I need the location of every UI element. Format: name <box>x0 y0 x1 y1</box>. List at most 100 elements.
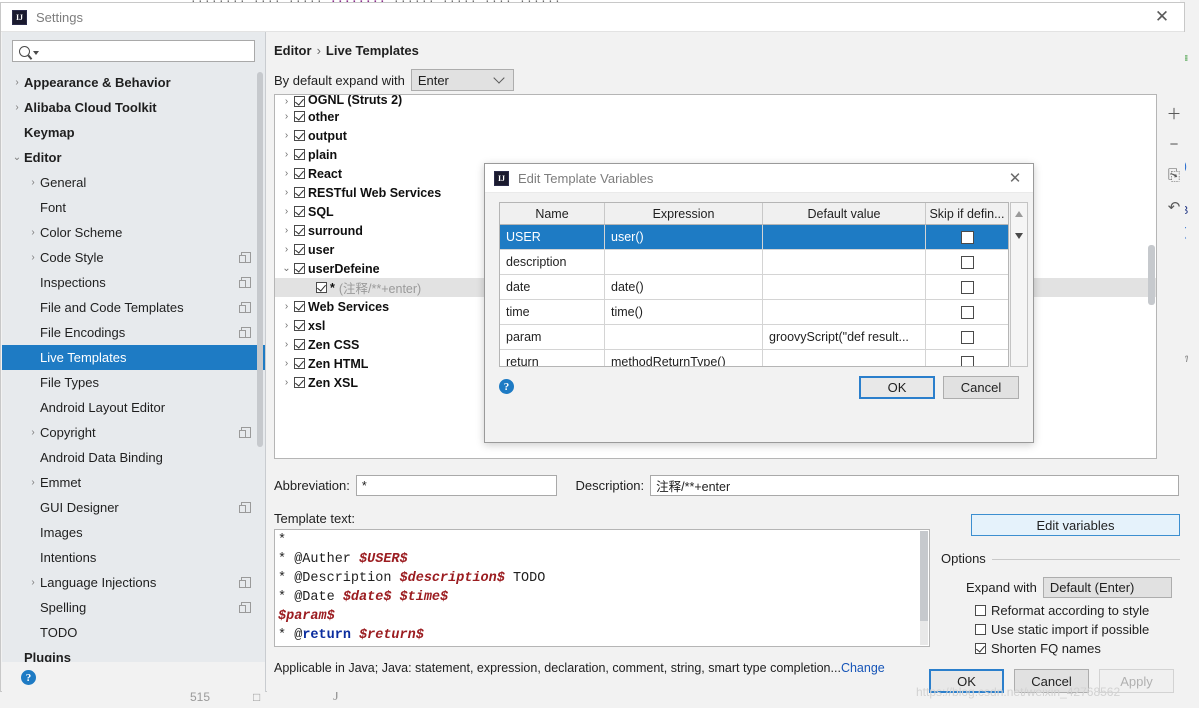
cell-skip-if-defined[interactable] <box>926 225 1008 249</box>
template-group-checkbox[interactable] <box>294 263 305 274</box>
sidebar-item-color-scheme[interactable]: › Color Scheme <box>2 220 265 245</box>
cell-variable-name[interactable]: description <box>500 250 605 274</box>
close-icon[interactable]: ✕ <box>1005 168 1025 188</box>
skip-if-defined-checkbox[interactable] <box>960 330 974 344</box>
sidebar-item-plugins[interactable]: Plugins <box>2 645 265 662</box>
chevron-right-icon[interactable]: › <box>279 377 294 388</box>
column-header-default-value[interactable]: Default value <box>763 203 926 224</box>
skip-if-defined-checkbox[interactable] <box>960 230 974 244</box>
sidebar-item-copyright[interactable]: › Copyright <box>2 420 265 445</box>
chevron-right-icon[interactable]: › <box>279 244 294 255</box>
cell-skip-if-defined[interactable] <box>926 325 1008 349</box>
scroll-down-icon[interactable] <box>1015 233 1023 239</box>
skip-if-defined-checkbox[interactable] <box>960 255 974 269</box>
chevron-right-icon[interactable]: › <box>279 320 294 331</box>
help-icon[interactable]: ? <box>21 670 36 685</box>
skip-if-defined-checkbox[interactable] <box>960 305 974 319</box>
skip-if-defined-checkbox[interactable] <box>960 280 974 294</box>
option-checkbox-use-static-import-if-possible[interactable]: Use static import if possible <box>975 622 1149 637</box>
template-list-scrollbar[interactable] <box>1148 245 1155 305</box>
option-checkbox-shorten-fq-names[interactable]: Shorten FQ names <box>975 641 1101 656</box>
abbreviation-input[interactable]: * <box>355 475 557 496</box>
options-expand-select[interactable]: Default (Enter) <box>1042 577 1172 598</box>
column-header-skip-if-defined[interactable]: Skip if defin... <box>926 203 1008 224</box>
sidebar-item-spelling[interactable]: Spelling <box>2 595 265 620</box>
ok-button[interactable]: OK <box>859 376 935 399</box>
chevron-down-icon[interactable]: ⌄ <box>279 263 294 274</box>
chevron-right-icon[interactable]: › <box>279 225 294 236</box>
template-group-row[interactable]: › output <box>275 126 1156 145</box>
chevron-right-icon[interactable]: › <box>279 111 294 122</box>
sidebar-item-todo[interactable]: TODO <box>2 620 265 645</box>
sidebar-item-images[interactable]: Images <box>2 520 265 545</box>
sidebar-item-file-encodings[interactable]: File Encodings <box>2 320 265 345</box>
template-group-checkbox[interactable] <box>294 149 305 160</box>
cell-expression[interactable]: time() <box>605 300 763 324</box>
table-row[interactable]: return methodReturnType() <box>500 350 1008 366</box>
change-link[interactable]: Change <box>841 661 885 675</box>
sidebar-item-file-types[interactable]: File Types <box>2 370 265 395</box>
template-group-checkbox[interactable] <box>294 111 305 122</box>
edit-variables-button[interactable]: Edit variables <box>971 514 1180 536</box>
sidebar-item-live-templates[interactable]: Live Templates <box>2 345 265 370</box>
cell-default-value[interactable] <box>763 250 926 274</box>
template-group-checkbox[interactable] <box>294 301 305 312</box>
description-input[interactable]: 注释/**+enter <box>650 475 1179 496</box>
breadcrumb-root[interactable]: Editor <box>274 43 312 58</box>
skip-if-defined-checkbox[interactable] <box>960 355 974 366</box>
cell-variable-name[interactable]: return <box>500 350 605 366</box>
table-row[interactable]: description <box>500 250 1008 275</box>
template-group-row[interactable]: › OGNL (Struts 2) <box>275 95 1156 107</box>
search-input[interactable] <box>12 40 255 62</box>
sidebar-item-android-layout-editor[interactable]: Android Layout Editor <box>2 395 265 420</box>
sidebar-item-gui-designer[interactable]: GUI Designer <box>2 495 265 520</box>
chevron-right-icon[interactable]: › <box>26 252 40 263</box>
template-group-checkbox[interactable] <box>294 358 305 369</box>
template-group-checkbox[interactable] <box>294 244 305 255</box>
sidebar-item-emmet[interactable]: › Emmet <box>2 470 265 495</box>
template-group-checkbox[interactable] <box>294 225 305 236</box>
template-group-checkbox[interactable] <box>294 96 305 107</box>
cell-variable-name[interactable]: param <box>500 325 605 349</box>
cancel-button[interactable]: Cancel <box>943 376 1019 399</box>
sidebar-item-editor[interactable]: ⌄ Editor <box>2 145 265 170</box>
copy-icon[interactable]: ⎘ <box>1166 167 1183 184</box>
chevron-right-icon[interactable]: › <box>26 577 40 588</box>
chevron-right-icon[interactable]: › <box>26 177 40 188</box>
cell-variable-name[interactable]: USER <box>500 225 605 249</box>
template-text-editor[interactable]: * * @Auther $USER$ * @Description $descrip… <box>274 529 930 647</box>
help-icon[interactable]: ? <box>499 379 514 394</box>
cell-skip-if-defined[interactable] <box>926 300 1008 324</box>
chevron-right-icon[interactable]: › <box>26 227 40 238</box>
cell-skip-if-defined[interactable] <box>926 275 1008 299</box>
chevron-right-icon[interactable]: › <box>279 358 294 369</box>
add-icon[interactable]: ＋ <box>1166 105 1183 123</box>
checkbox-box[interactable] <box>975 643 986 654</box>
scroll-up-icon[interactable] <box>1015 211 1023 217</box>
sidebar-item-intentions[interactable]: Intentions <box>2 545 265 570</box>
remove-icon[interactable]: − <box>1166 136 1183 153</box>
sidebar-item-general[interactable]: › General <box>2 170 265 195</box>
cell-default-value[interactable] <box>763 350 926 366</box>
chevron-right-icon[interactable]: › <box>279 149 294 160</box>
checkbox-box[interactable] <box>975 624 986 635</box>
sidebar-item-language-injections[interactable]: › Language Injections <box>2 570 265 595</box>
column-header-name[interactable]: Name <box>500 203 605 224</box>
cell-variable-name[interactable]: date <box>500 275 605 299</box>
cell-skip-if-defined[interactable] <box>926 350 1008 366</box>
chevron-right-icon[interactable]: › <box>26 427 40 438</box>
chevron-right-icon[interactable]: › <box>10 102 24 113</box>
cell-skip-if-defined[interactable] <box>926 250 1008 274</box>
default-expand-select[interactable]: Enter <box>410 69 514 91</box>
template-text-scrollbar[interactable] <box>920 531 928 645</box>
sidebar-item-file-and-code-templates[interactable]: File and Code Templates <box>2 295 265 320</box>
cell-variable-name[interactable]: time <box>500 300 605 324</box>
checkbox-box[interactable] <box>975 605 986 616</box>
sidebar-item-appearance-behavior[interactable]: › Appearance & Behavior <box>2 70 265 95</box>
template-group-checkbox[interactable] <box>294 187 305 198</box>
chevron-right-icon[interactable]: › <box>279 168 294 179</box>
table-row[interactable]: time time() <box>500 300 1008 325</box>
revert-icon[interactable]: ↶ <box>1166 198 1183 216</box>
option-checkbox-reformat-according-to-style[interactable]: Reformat according to style <box>975 603 1149 618</box>
cell-default-value[interactable] <box>763 225 926 249</box>
